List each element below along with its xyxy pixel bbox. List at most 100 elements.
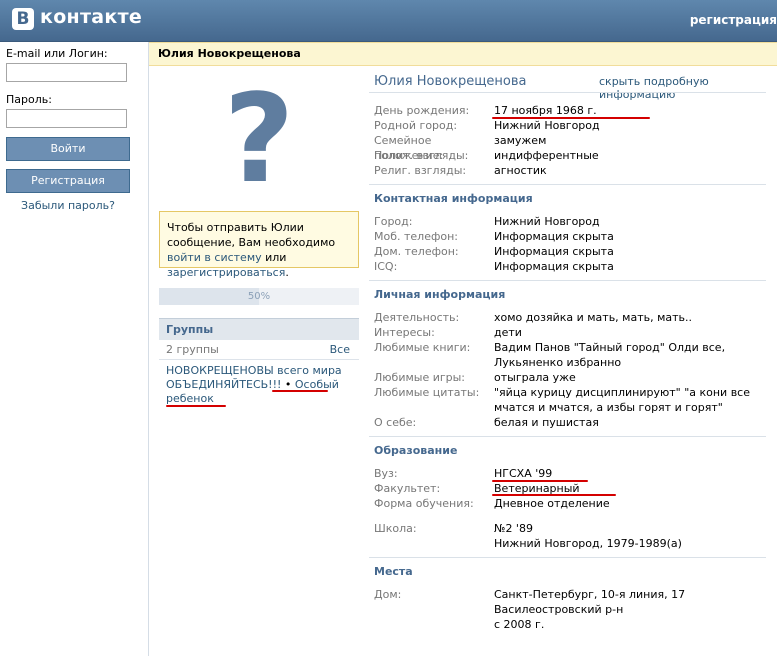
school-info: Школа: №2 '89 Нижний Новгород, 1979-1989(… xyxy=(374,521,766,551)
info-value: 17 ноября 1968 г. xyxy=(494,104,597,117)
info-label: Город: xyxy=(374,215,413,228)
info-label: Деятельность: xyxy=(374,311,460,324)
info-value: №2 '89 xyxy=(494,522,533,535)
notice-or: или xyxy=(261,251,287,264)
info-row: с 2008 г. xyxy=(374,617,766,632)
info-label: Полит. взгляды: xyxy=(374,149,469,162)
info-row: Нижний Новгород, 1979-1989(а) xyxy=(374,536,766,551)
contact-section-title: Контактная информация xyxy=(374,192,533,205)
login-link[interactable]: войти в систему xyxy=(167,251,262,264)
login-button[interactable]: Войти xyxy=(6,137,130,161)
info-row: Василеостровский р-н xyxy=(374,602,766,617)
education-section-title: Образование xyxy=(374,444,458,457)
info-label: Вуз: xyxy=(374,467,398,480)
personal-section-title: Личная информация xyxy=(374,288,506,301)
contact-info: Город: Нижний Новгород Моб. телефон: Инфор… xyxy=(374,214,766,274)
info-label: Религ. взгляды: xyxy=(374,164,467,177)
vk-logo-icon[interactable]: В xyxy=(12,8,34,30)
info-row: Любимые цитаты: "яйца курицу дисциплиниру… xyxy=(374,385,766,415)
info-label: Любимые цитаты: xyxy=(374,386,480,399)
info-row: Вуз: НГСХА '99 xyxy=(374,466,766,481)
profile-progress-bar: 50% xyxy=(159,288,359,305)
profile-name: Юлия Новокрещенова xyxy=(374,74,527,89)
logo-text[interactable]: контакте xyxy=(40,6,142,28)
divider xyxy=(369,557,766,558)
forgot-password-link[interactable]: Забыли пароль? xyxy=(0,199,136,212)
info-value: Информация скрыта xyxy=(494,260,614,273)
info-value: Информация скрыта xyxy=(494,230,614,243)
info-label: Моб. телефон: xyxy=(374,230,459,243)
info-value: отыграла уже xyxy=(494,371,576,384)
register-link[interactable]: зарегистрироваться xyxy=(167,266,285,279)
info-row: День рождения: 17 ноября 1968 г. xyxy=(374,103,766,118)
top-header: В контакте регистрация xyxy=(0,0,777,42)
divider xyxy=(369,436,766,437)
groups-count: 2 группы xyxy=(166,343,219,356)
info-value: дети xyxy=(494,326,522,339)
info-row: Полит. взгляды: индифферентные xyxy=(374,148,766,163)
info-row: Школа: №2 '89 xyxy=(374,521,766,536)
groups-header: Группы xyxy=(159,318,359,340)
info-label: О себе: xyxy=(374,416,417,429)
header-register-link[interactable]: регистрация xyxy=(690,13,777,27)
message-notice: Чтобы отправить Юлии сообщение, Вам необ… xyxy=(159,211,359,279)
places-info: Дом: Санкт-Петербург, 10-я линия, 17 Васи… xyxy=(374,587,766,632)
groups-subheader: 2 группы Все xyxy=(159,340,359,360)
hide-details-link[interactable]: скрыть подробную информацию xyxy=(599,75,777,101)
profile-title-bar: Юлия Новокрещенова xyxy=(149,42,777,66)
info-label: Школа: xyxy=(374,522,417,535)
info-value: Василеостровский р-н xyxy=(494,603,624,616)
groups-all-link[interactable]: Все xyxy=(330,343,350,356)
personal-info: Деятельность: хомо дозяйка и мать, мать, … xyxy=(374,310,766,430)
info-row: ICQ: Информация скрыта xyxy=(374,259,766,274)
info-row: Город: Нижний Новгород xyxy=(374,214,766,229)
info-row: Дом: Санкт-Петербург, 10-я линия, 17 xyxy=(374,587,766,602)
info-value: Санкт-Петербург, 10-я линия, 17 xyxy=(494,588,686,601)
info-value: Нижний Новгород, 1979-1989(а) xyxy=(494,537,682,550)
info-label: Любимые игры: xyxy=(374,371,466,384)
red-underline-annotation xyxy=(492,117,650,119)
divider xyxy=(369,280,766,281)
info-row: Родной город: Нижний Новгород xyxy=(374,118,766,133)
notice-text: Чтобы отправить Юлии сообщение, Вам необ… xyxy=(167,221,336,249)
divider xyxy=(369,184,766,185)
page-title: Юлия Новокрещенова xyxy=(158,47,301,60)
info-label: Форма обучения: xyxy=(374,497,474,510)
info-value: индифферентные xyxy=(494,149,599,162)
info-row: О себе: белая и пушистая xyxy=(374,415,766,430)
notice-end: . xyxy=(285,266,289,279)
info-label: Дом. телефон: xyxy=(374,245,459,258)
info-label: День рождения: xyxy=(374,104,470,117)
info-row: Моб. телефон: Информация скрыта xyxy=(374,229,766,244)
red-underline-annotation xyxy=(492,494,616,496)
info-row: Деятельность: хомо дозяйка и мать, мать, … xyxy=(374,310,766,325)
info-value-link[interactable]: Нижний Новгород xyxy=(494,118,766,133)
email-input[interactable] xyxy=(6,63,127,82)
info-row: Форма обучения: Дневное отделение xyxy=(374,496,766,511)
login-sidebar: E-mail или Логин: Пароль: Войти Регистра… xyxy=(0,42,148,656)
info-label: Факультет: xyxy=(374,482,441,495)
groups-title: Группы xyxy=(166,323,214,336)
info-label: ICQ: xyxy=(374,260,398,273)
column-divider xyxy=(148,42,149,656)
basic-info: День рождения: 17 ноября 1968 г. Родной г… xyxy=(374,103,766,178)
info-value: хомо дозяйка и мать, мать, мать.. xyxy=(494,311,693,324)
info-row: Религ. взгляды: агностик xyxy=(374,163,766,178)
password-input[interactable] xyxy=(6,109,127,128)
red-underline-annotation xyxy=(166,405,226,407)
progress-label: 50% xyxy=(247,291,271,302)
password-label: Пароль: xyxy=(6,93,52,106)
register-button[interactable]: Регистрация xyxy=(6,169,130,193)
info-row: Интересы: дети xyxy=(374,325,766,340)
info-label: Интересы: xyxy=(374,326,435,339)
info-value: с 2008 г. xyxy=(494,618,545,631)
info-value: агностик xyxy=(494,164,547,177)
education-info: Вуз: НГСХА '99 Факультет: Ветеринарный Фор… xyxy=(374,466,766,511)
info-value: Нижний Новгород xyxy=(494,215,600,228)
info-row: Дом. телефон: Информация скрыта xyxy=(374,244,766,259)
divider xyxy=(369,92,766,93)
info-label: Родной город: xyxy=(374,119,458,132)
info-value: НГСХА '99 xyxy=(494,467,553,480)
info-value: белая и пушистая xyxy=(494,416,599,429)
places-section-title: Места xyxy=(374,565,413,578)
